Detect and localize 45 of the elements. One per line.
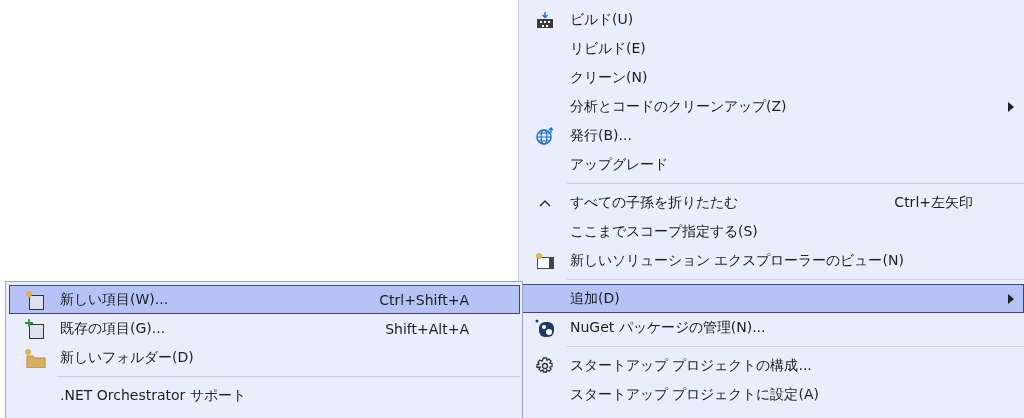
menu-item-label: 分析とコードのクリーンアップ(Z) (570, 97, 788, 116)
menu-item-label: すべての子孫を折りたたむ (570, 193, 739, 212)
menu-item-label: 新しいソリューション エクスプローラーのビュー(N) (570, 251, 905, 270)
menu-item-label: ここまでスコープ指定する(S) (570, 222, 759, 241)
menu-item[interactable]: ビルド(U) (519, 5, 1024, 34)
menu-item-label: 追加(D) (570, 289, 621, 308)
menu-item[interactable]: 新しいフォルダー(D) (9, 343, 520, 372)
menu-item[interactable]: 新しいソリューション エクスプローラーのビュー(N) (519, 246, 1024, 275)
menu-item-label: クリーン(N) (570, 68, 649, 87)
menu-item[interactable]: スタートアップ プロジェクトに設定(A) (519, 380, 1024, 409)
gear-icon (536, 356, 554, 375)
menu-item-label: .NET Orchestrator サポート (60, 386, 247, 405)
chevron-up-icon (539, 198, 551, 207)
menu-item[interactable]: 分析とコードのクリーンアップ(Z) (519, 92, 1024, 121)
shortcut-text: Ctrl+Shift+A (379, 291, 470, 308)
folder-icon (24, 347, 46, 368)
menu-item[interactable]: すべての子孫を折りたたむ Ctrl+左矢印 (519, 188, 1024, 217)
menu-item-label: アップグレード (570, 155, 669, 174)
menu-item[interactable]: ここまでスコープ指定する(S) (519, 217, 1024, 246)
menu-item[interactable]: 既存の項目(G)... Shift+Alt+A (9, 314, 520, 343)
menu-item[interactable]: .NET Orchestrator サポート (9, 381, 520, 410)
menu-item[interactable]: クリーン(N) (519, 63, 1024, 92)
package-icon (535, 318, 555, 337)
menu-item[interactable]: リビルド(E) (519, 34, 1024, 63)
build-icon (536, 11, 554, 28)
menu-item-label: 新しいフォルダー(D) (60, 348, 195, 367)
menu-item-label: 新しい項目(W)... (60, 290, 170, 309)
menu-item[interactable]: 発行(B)... (519, 121, 1024, 150)
new-window-icon (535, 251, 555, 270)
menu-item-label: NuGet パッケージの管理(N)... (570, 318, 767, 337)
menu-item-label: 既存の項目(G)... (60, 319, 167, 338)
menu-item-label: 発行(B)... (570, 126, 633, 145)
menu-item-label: スタートアップ プロジェクトの構成... (570, 356, 813, 375)
menu-item[interactable]: アップグレード (519, 150, 1024, 179)
menu-item[interactable]: スタートアップ プロジェクトの構成... (519, 351, 1024, 380)
new-item-icon (25, 289, 45, 310)
menu-item-label: リビルド(E) (570, 39, 647, 58)
menu-item-label: ビルド(U) (570, 10, 635, 29)
shortcut-text: Ctrl+左矢印 (894, 193, 974, 212)
menu-item[interactable]: 新しい項目(W)... Ctrl+Shift+A (9, 285, 520, 314)
menu-item-label: スタートアップ プロジェクトに設定(A) (570, 385, 820, 404)
globe-icon (535, 126, 555, 145)
add-item-icon (25, 318, 45, 339)
menu-item[interactable]: NuGet パッケージの管理(N)... (519, 313, 1024, 342)
shortcut-text: Shift+Alt+A (385, 320, 470, 337)
